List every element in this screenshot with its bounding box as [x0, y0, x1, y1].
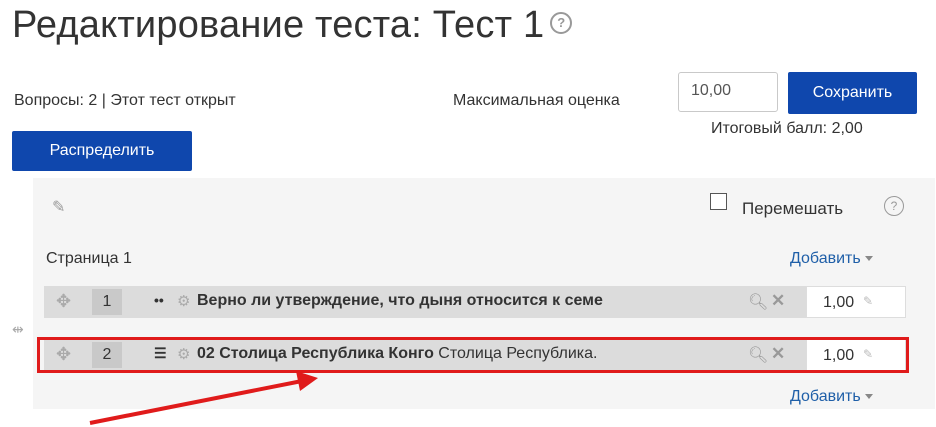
annotation-arrow	[89, 371, 318, 425]
arrow-head	[296, 371, 318, 391]
arrow-line	[89, 379, 303, 425]
